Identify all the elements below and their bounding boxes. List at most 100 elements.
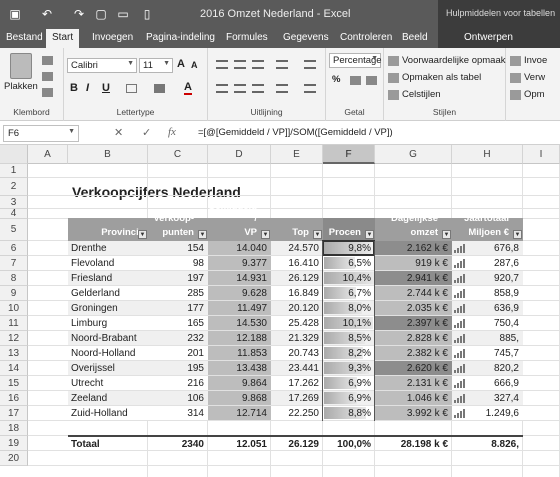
cell-provincie[interactable]: Friesland (71, 272, 144, 286)
cell-top[interactable]: 17.269 (274, 392, 319, 406)
cell-top[interactable]: 20.743 (274, 347, 319, 361)
select-all-corner[interactable] (0, 145, 28, 164)
cell-procent[interactable]: 8,0% (326, 302, 371, 316)
cell-gemiddeld[interactable]: 14.040 (211, 242, 267, 256)
cell-top[interactable]: 23.441 (274, 362, 319, 376)
cell-gemiddeld[interactable]: 11.497 (211, 302, 267, 316)
cell-provincie[interactable]: Zuid-Holland (71, 407, 144, 421)
cancel-icon[interactable]: ✕ (114, 126, 123, 139)
total-verkooppunten[interactable]: 2340 (151, 437, 204, 452)
italic-button[interactable]: I (86, 82, 89, 94)
cell-gemiddeld[interactable]: 12.714 (211, 407, 267, 421)
cell-gemiddeld[interactable]: 14.931 (211, 272, 267, 286)
row-header-9[interactable]: 9 (0, 286, 28, 301)
row-header-20[interactable]: 20 (0, 451, 28, 466)
tab-bestand[interactable]: Bestand (6, 32, 43, 43)
cell-procent[interactable]: 10,4% (326, 272, 371, 286)
cell-procent[interactable]: 6,9% (326, 377, 371, 391)
row-header-1[interactable]: 1 (0, 164, 28, 178)
filter-dropdown-icon[interactable]: ▼ (513, 230, 522, 239)
indent-icon[interactable] (276, 84, 288, 93)
cell-provincie[interactable]: Flevoland (71, 257, 144, 271)
cell-verkooppunten[interactable]: 177 (151, 302, 204, 316)
cell-verkooppunten[interactable]: 201 (151, 347, 204, 361)
cell-dagelijkse-omzet[interactable]: 1.046 k € (378, 392, 448, 406)
bold-button[interactable]: B (70, 82, 78, 94)
total-top[interactable]: 26.129 (274, 437, 319, 452)
font-name-select[interactable]: Calibri ▼ (67, 58, 137, 73)
cell-provincie[interactable]: Limburg (71, 317, 144, 331)
align-bottom-icon[interactable] (252, 60, 264, 69)
row-header-6[interactable]: 6 (0, 241, 28, 256)
column-header-i[interactable]: I (523, 145, 560, 164)
cell-top[interactable]: 20.120 (274, 302, 319, 316)
save-icon[interactable]: ▣ (6, 6, 24, 22)
tab-formules[interactable]: Formules (226, 32, 268, 43)
cell-provincie[interactable]: Zeeland (71, 392, 144, 406)
cell-dagelijkse-omzet[interactable]: 2.162 k € (378, 242, 448, 256)
total-dagelijkse-omzet[interactable]: 28.198 k € (378, 437, 448, 452)
column-header-h[interactable]: H (452, 145, 523, 164)
insert-cells-button[interactable]: Invoe (524, 55, 547, 66)
row-header-5[interactable]: 5 (0, 219, 28, 241)
cell-dagelijkse-omzet[interactable]: 2.828 k € (378, 332, 448, 346)
total-gemiddeld[interactable]: 12.051 (211, 437, 267, 452)
cell-verkooppunten[interactable]: 285 (151, 287, 204, 301)
percent-button[interactable]: % (332, 74, 340, 85)
formula-input[interactable]: =[@[Gemiddeld / VP]]/SOM([Gemiddeld / VP… (198, 127, 393, 138)
cell-top[interactable]: 17.262 (274, 377, 319, 391)
filter-dropdown-icon[interactable]: ▼ (442, 230, 451, 239)
align-left-icon[interactable] (216, 84, 228, 93)
total-procent[interactable]: 100,0% (326, 437, 371, 452)
row-header-12[interactable]: 12 (0, 331, 28, 346)
cell-top[interactable]: 21.329 (274, 332, 319, 346)
cell-gemiddeld[interactable]: 14.530 (211, 317, 267, 331)
filter-dropdown-icon[interactable]: ▼ (198, 230, 207, 239)
cell-dagelijkse-omzet[interactable]: 919 k € (378, 257, 448, 271)
cell-verkooppunten[interactable]: 197 (151, 272, 204, 286)
paste-button[interactable]: Plakken (4, 81, 38, 92)
cell-dagelijkse-omzet[interactable]: 2.382 k € (378, 347, 448, 361)
format-as-table-button[interactable]: Opmaken als tabel (402, 72, 481, 83)
cell-dagelijkse-omzet[interactable]: 2.035 k € (378, 302, 448, 316)
row-header-18[interactable]: 18 (0, 421, 28, 436)
delete-cells-button[interactable]: Verw (524, 72, 545, 83)
worksheet-grid[interactable]: Verkoopcijfers Nederland ABCDEFGHI123456… (0, 145, 560, 477)
paste-icon[interactable] (10, 53, 32, 79)
total-jaartotaal[interactable]: 8.826, (455, 437, 519, 452)
row-header-11[interactable]: 11 (0, 316, 28, 331)
merge-icon[interactable] (304, 84, 316, 93)
align-middle-icon[interactable] (234, 60, 246, 69)
format-painter-icon[interactable] (42, 88, 53, 97)
row-header-8[interactable]: 8 (0, 271, 28, 286)
number-format-select[interactable]: Percentage ▼ (329, 53, 382, 68)
cell-verkooppunten[interactable]: 165 (151, 317, 204, 331)
filter-dropdown-icon[interactable]: ▼ (313, 230, 322, 239)
cell-gemiddeld[interactable]: 9.864 (211, 377, 267, 391)
cell-gemiddeld[interactable]: 11.853 (211, 347, 267, 361)
cell-top[interactable]: 22.250 (274, 407, 319, 421)
undo-icon[interactable]: ↶ (38, 6, 56, 22)
cell-provincie[interactable]: Drenthe (71, 242, 144, 256)
cell-top[interactable]: 25.428 (274, 317, 319, 331)
enter-icon[interactable]: ✓ (142, 126, 151, 139)
align-right-icon[interactable] (252, 84, 264, 93)
comma-icon[interactable] (366, 76, 377, 85)
cell-dagelijkse-omzet[interactable]: 2.744 k € (378, 287, 448, 301)
column-header-e[interactable]: E (271, 145, 323, 164)
cell-verkooppunten[interactable]: 154 (151, 242, 204, 256)
cell-dagelijkse-omzet[interactable]: 3.992 k € (378, 407, 448, 421)
underline-button[interactable]: U (102, 82, 110, 94)
cell-provincie[interactable]: Overijssel (71, 362, 144, 376)
cell-dagelijkse-omzet[interactable]: 2.620 k € (378, 362, 448, 376)
cell-top[interactable]: 24.570 (274, 242, 319, 256)
new-icon[interactable]: ▢ (92, 6, 110, 22)
row-header-16[interactable]: 16 (0, 391, 28, 406)
row-header-19[interactable]: 19 (0, 436, 28, 451)
border-icon[interactable] (126, 84, 137, 93)
cell-provincie[interactable]: Gelderland (71, 287, 144, 301)
cell-verkooppunten[interactable]: 106 (151, 392, 204, 406)
copy-icon[interactable] (42, 72, 53, 81)
column-header-c[interactable]: C (148, 145, 208, 164)
cell-procent[interactable]: 8,2% (326, 347, 371, 361)
